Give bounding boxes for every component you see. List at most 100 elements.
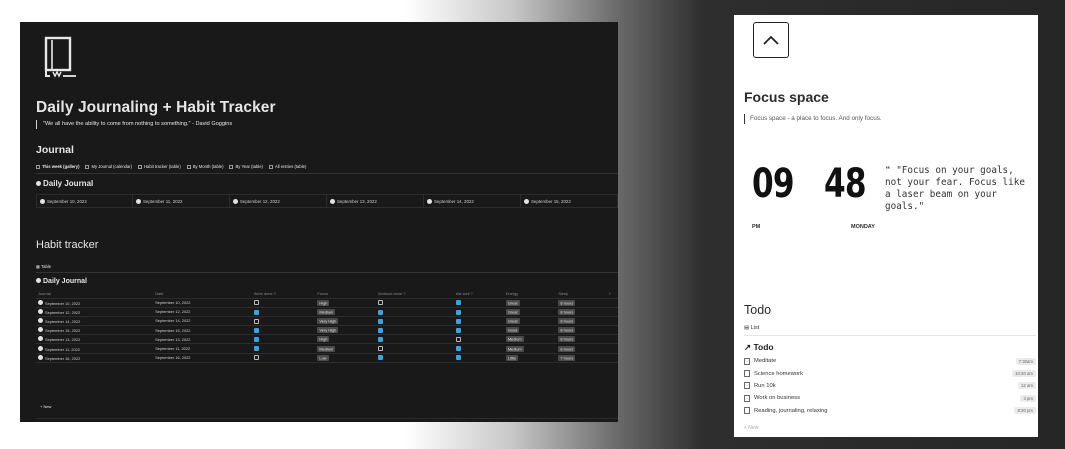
- workout-checkbox[interactable]: [377, 346, 383, 352]
- cell-work[interactable]: [251, 353, 316, 363]
- cell-focus[interactable]: Medium: [315, 343, 376, 354]
- cell-work[interactable]: [251, 307, 316, 317]
- cell-energy[interactable]: Good: [503, 325, 557, 336]
- cell-date[interactable]: September 16, 2022: [153, 353, 252, 363]
- cell-work[interactable]: [251, 316, 316, 327]
- work-checkbox[interactable]: [253, 355, 259, 361]
- list-item[interactable]: Science homework 10:30 am: [744, 367, 1036, 379]
- add-todo-button[interactable]: + New: [744, 425, 758, 431]
- cell-focus[interactable]: High: [315, 298, 376, 308]
- habit-db-title[interactable]: Daily Journal: [36, 278, 87, 285]
- cell-energy[interactable]: Medium: [503, 334, 557, 345]
- tab-my-journal[interactable]: My Journal (calendar): [85, 164, 132, 169]
- work-checkbox[interactable]: [253, 309, 259, 315]
- cell-ate[interactable]: [453, 325, 504, 336]
- ate-well-checkbox[interactable]: [455, 300, 461, 306]
- gallery-card[interactable]: September 10, 2022: [36, 194, 133, 208]
- cell-work[interactable]: [251, 325, 316, 336]
- workout-checkbox[interactable]: [377, 327, 383, 333]
- ate-well-checkbox[interactable]: [455, 327, 461, 333]
- cell-focus[interactable]: Low: [315, 353, 376, 363]
- col-date[interactable]: Date: [153, 289, 252, 299]
- cell-energy[interactable]: Great: [503, 316, 557, 327]
- cell-date[interactable]: September 12, 2022: [153, 307, 252, 317]
- cell-workout[interactable]: [375, 343, 454, 354]
- cell-focus[interactable]: Medium: [315, 307, 376, 317]
- list-item[interactable]: Reading, journaling, relaxing 8:30 pm: [744, 405, 1036, 417]
- cell-work[interactable]: [251, 343, 316, 354]
- gallery-card[interactable]: September 11, 2022: [133, 194, 230, 208]
- table-row[interactable]: September 14, 2022 September 14, 2022 Very…: [36, 316, 618, 327]
- list-item[interactable]: Run 10k 12 am: [744, 380, 1036, 392]
- work-checkbox[interactable]: [253, 337, 259, 343]
- cell-journal[interactable]: September 10, 2022: [36, 298, 154, 308]
- cell-ate[interactable]: [453, 316, 504, 327]
- cell-ate[interactable]: [453, 334, 504, 345]
- gallery-card[interactable]: September 15, 2022: [521, 194, 618, 208]
- cell-work[interactable]: [251, 334, 316, 345]
- work-checkbox[interactable]: [253, 346, 259, 352]
- tab-list[interactable]: ▤ List: [744, 325, 759, 331]
- workout-checkbox[interactable]: [377, 300, 383, 306]
- col-journal[interactable]: Journal: [36, 289, 154, 299]
- work-checkbox[interactable]: [253, 300, 259, 306]
- cell-sleep[interactable]: 8 hours: [556, 343, 607, 354]
- gallery-card[interactable]: September 12, 2022: [230, 194, 327, 208]
- ate-well-checkbox[interactable]: [455, 346, 461, 352]
- cell-sleep[interactable]: 8 hours: [556, 334, 607, 345]
- table-row[interactable]: September 16, 2022 September 16, 2022 Low L…: [36, 353, 618, 363]
- list-item[interactable]: Meditate 7:30am: [744, 355, 1036, 367]
- cell-journal[interactable]: September 14, 2022: [36, 316, 154, 327]
- cell-workout[interactable]: [375, 325, 454, 336]
- cell-journal[interactable]: September 13, 2022: [36, 334, 154, 345]
- table-row[interactable]: September 13, 2022 September 13, 2022 High…: [36, 334, 618, 345]
- list-item[interactable]: Work on business 3 pm: [744, 392, 1036, 404]
- work-checkbox[interactable]: [253, 327, 259, 333]
- workout-checkbox[interactable]: [377, 355, 383, 361]
- cell-ate[interactable]: [453, 298, 504, 308]
- cell-date[interactable]: September 15, 2022: [153, 325, 252, 336]
- table-row[interactable]: September 11, 2022 September 11, 2022 Medi…: [36, 343, 618, 354]
- cell-ate[interactable]: [453, 307, 504, 317]
- col-energy[interactable]: Energy: [503, 289, 557, 299]
- table-row[interactable]: September 10, 2022 September 10, 2022 High…: [36, 298, 618, 308]
- cell-workout[interactable]: [375, 334, 454, 345]
- tab-this-week[interactable]: This week (gallery): [36, 164, 79, 169]
- cell-date[interactable]: September 13, 2022: [153, 334, 252, 345]
- cell-journal[interactable]: September 11, 2022: [36, 343, 154, 354]
- cell-ate[interactable]: [453, 343, 504, 354]
- tab-all-entries[interactable]: All entries (table): [268, 164, 306, 169]
- add-row-button[interactable]: + New: [40, 404, 51, 409]
- cell-journal[interactable]: September 12, 2022: [36, 307, 154, 317]
- cell-sleep[interactable]: 7 hours: [556, 353, 607, 363]
- cell-work[interactable]: [251, 298, 316, 308]
- cell-sleep[interactable]: 8 hours: [556, 325, 607, 336]
- cell-sleep[interactable]: 8 hours: [556, 316, 607, 327]
- workout-checkbox[interactable]: [377, 337, 383, 343]
- cell-energy[interactable]: Great: [503, 307, 557, 317]
- gallery-card[interactable]: September 13, 2022: [327, 194, 424, 208]
- cell-focus[interactable]: Very High: [315, 316, 376, 327]
- cell-energy[interactable]: Great: [503, 298, 557, 308]
- ate-well-checkbox[interactable]: [455, 309, 461, 315]
- col-work[interactable]: Work done ?: [251, 289, 316, 299]
- cell-ate[interactable]: [453, 353, 504, 363]
- cell-energy[interactable]: Medium: [503, 343, 557, 354]
- col-ate[interactable]: Ate well ?: [453, 289, 504, 299]
- cell-workout[interactable]: [375, 353, 454, 363]
- cell-energy[interactable]: Little: [503, 353, 557, 363]
- cell-date[interactable]: September 14, 2022: [153, 316, 252, 327]
- table-row[interactable]: September 15, 2022 September 15, 2022 Very…: [36, 325, 618, 336]
- cell-workout[interactable]: [375, 316, 454, 327]
- cell-focus[interactable]: High: [315, 334, 376, 345]
- cell-focus[interactable]: Very High: [315, 325, 376, 336]
- ate-well-checkbox[interactable]: [455, 355, 461, 361]
- add-column-button[interactable]: +: [606, 289, 618, 299]
- table-row[interactable]: September 12, 2022 September 12, 2022 Medi…: [36, 307, 618, 317]
- col-workout[interactable]: Workout done ?: [375, 289, 454, 299]
- gallery-card[interactable]: September 14, 2022: [424, 194, 521, 208]
- workout-checkbox[interactable]: [377, 309, 383, 315]
- col-sleep[interactable]: Sleep: [556, 289, 607, 299]
- tab-habit-tracker[interactable]: Habit tracker (table): [137, 164, 181, 169]
- col-focus[interactable]: Focus: [315, 289, 376, 299]
